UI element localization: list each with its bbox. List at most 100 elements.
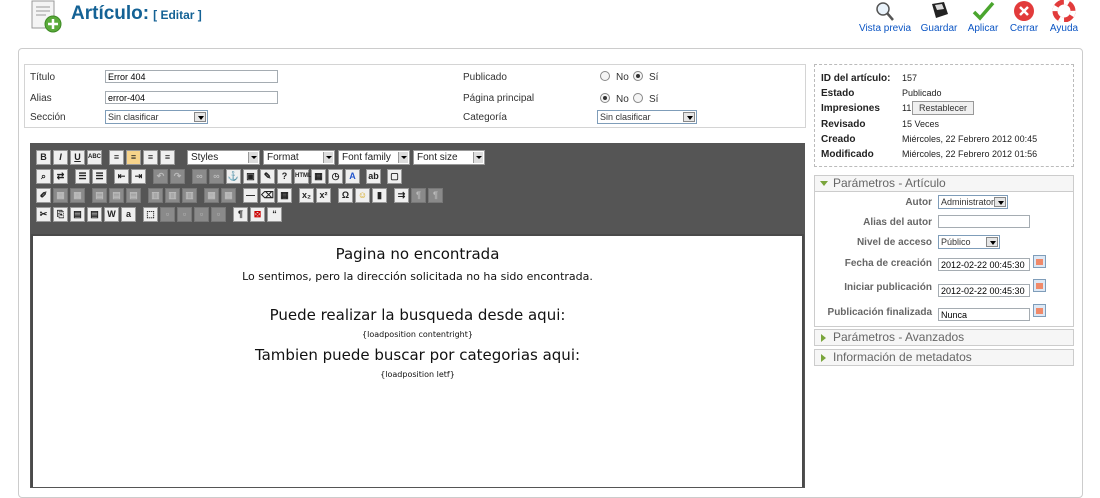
help-label: Ayuda — [1049, 23, 1079, 34]
table-props-icon[interactable]: ▦ — [70, 188, 85, 203]
preview-button[interactable]: Vista previa — [857, 0, 913, 38]
italic-icon[interactable]: I — [53, 150, 68, 165]
replace-icon[interactable]: ⇄ — [53, 169, 68, 184]
align-center-icon[interactable]: ≡ — [126, 150, 141, 165]
advanced-params-header[interactable]: Parámetros - Avanzados — [814, 329, 1074, 346]
emoticon-icon[interactable]: ☺ — [355, 188, 370, 203]
created-date-field[interactable] — [938, 258, 1030, 271]
table-icon[interactable]: ▦ — [53, 188, 68, 203]
find-icon[interactable]: ⌕ — [36, 169, 51, 184]
cut-icon[interactable]: ✂ — [36, 207, 51, 222]
delete-row-icon[interactable]: ▤ — [126, 188, 141, 203]
author-alias-field[interactable] — [938, 215, 1030, 228]
title-field[interactable] — [105, 70, 278, 83]
reset-hits-button[interactable]: Restablecer — [912, 101, 975, 115]
align-left-icon[interactable]: ≡ — [109, 150, 124, 165]
calendar-icon[interactable] — [1033, 304, 1046, 317]
rtl-paragraph-icon[interactable]: ¶ — [428, 188, 443, 203]
ltr-icon[interactable]: ⇉ — [394, 188, 409, 203]
author-select[interactable]: Administrator — [938, 195, 1008, 209]
editor-content[interactable]: Pagina no encontrada Lo sentimos, pero l… — [33, 236, 802, 487]
non-breaking-icon[interactable]: ⊠ — [250, 207, 265, 222]
fullscreen-icon[interactable]: ▢ — [387, 169, 402, 184]
subscript-icon[interactable]: x₂ — [299, 188, 314, 203]
paste-text-icon[interactable]: ▤ — [87, 207, 102, 222]
article-params-body: Autor Administrator Alias del autor Nive… — [814, 192, 1074, 327]
frontpage-yes-radio[interactable] — [633, 93, 643, 103]
insert-layer-icon[interactable]: ⬚ — [143, 207, 158, 222]
style-props-icon[interactable]: ▫ — [211, 207, 226, 222]
numbered-list-icon[interactable]: ☰ — [92, 169, 107, 184]
calendar-icon[interactable] — [1033, 255, 1046, 268]
metadata-header[interactable]: Información de metadatos — [814, 349, 1074, 366]
created-label: Creado — [821, 134, 856, 145]
frontpage-no-radio[interactable] — [600, 93, 610, 103]
paste-icon[interactable]: ▤ — [70, 207, 85, 222]
calendar-icon[interactable] — [1033, 279, 1046, 292]
move-backward-icon[interactable]: ▫ — [177, 207, 192, 222]
horizontal-rule-icon[interactable]: — — [243, 188, 258, 203]
insert-col-before-icon[interactable]: ▥ — [148, 188, 163, 203]
superscript-icon[interactable]: x² — [316, 188, 331, 203]
unlink-icon[interactable]: ∞ — [209, 169, 224, 184]
insert-time-icon[interactable]: ◷ — [328, 169, 343, 184]
align-right-icon[interactable]: ≡ — [143, 150, 158, 165]
format-select[interactable]: Format — [263, 150, 335, 165]
copy-icon[interactable]: ⎘ — [53, 207, 68, 222]
html-source-icon[interactable]: HTML — [294, 169, 312, 184]
image-icon[interactable]: ▣ — [243, 169, 258, 184]
styles-select[interactable]: Styles — [187, 150, 260, 165]
help-icon[interactable]: ? — [277, 169, 292, 184]
rtl-icon[interactable]: ¶ — [411, 188, 426, 203]
help-button[interactable]: Ayuda — [1036, 0, 1092, 38]
bullet-list-icon[interactable]: ☰ — [75, 169, 90, 184]
remove-format-icon[interactable]: ⌫ — [260, 188, 275, 203]
published-no-radio[interactable] — [600, 71, 610, 81]
undo-icon[interactable]: ↶ — [153, 169, 168, 184]
text-color-icon[interactable]: A — [345, 169, 360, 184]
editor-toolbar: B I U ABC ≡ ≡ ≡ ≡ Styles Format Font fam… — [31, 144, 804, 234]
media-icon[interactable]: ▮ — [372, 188, 387, 203]
special-char-icon[interactable]: Ω — [338, 188, 353, 203]
article-params-header[interactable]: Parámetros - Artículo — [814, 175, 1074, 192]
highlight-color-icon[interactable]: ab — [366, 169, 381, 184]
anchor-icon[interactable]: ⚓ — [226, 169, 241, 184]
edit-icon[interactable]: ✐ — [36, 188, 51, 203]
alias-field[interactable] — [105, 91, 278, 104]
category-select-value: Sin clasificar — [600, 112, 651, 122]
delete-col-icon[interactable]: ▥ — [182, 188, 197, 203]
publish-down-field[interactable] — [938, 308, 1030, 321]
access-level-select[interactable]: Público — [938, 235, 1000, 249]
visual-aid-icon[interactable]: ▦ — [277, 188, 292, 203]
align-justify-icon[interactable]: ≡ — [160, 150, 175, 165]
section-select[interactable]: Sin clasificar — [105, 110, 208, 124]
outdent-icon[interactable]: ⇤ — [114, 169, 129, 184]
select-all-icon[interactable]: a — [121, 207, 136, 222]
indent-icon[interactable]: ⇥ — [131, 169, 146, 184]
section-label: Sección — [30, 112, 66, 123]
font-family-select[interactable]: Font family — [338, 150, 410, 165]
link-icon[interactable]: ∞ — [192, 169, 207, 184]
split-cells-icon[interactable]: ▦ — [204, 188, 219, 203]
font-size-select[interactable]: Font size — [413, 150, 485, 165]
absolute-position-icon[interactable]: ▫ — [194, 207, 209, 222]
bold-icon[interactable]: B — [36, 150, 51, 165]
insert-date-icon[interactable]: ▦ — [311, 169, 326, 184]
insert-col-after-icon[interactable]: ▥ — [165, 188, 180, 203]
move-forward-icon[interactable]: ▫ — [160, 207, 175, 222]
insert-row-before-icon[interactable]: ▤ — [92, 188, 107, 203]
font-family-select-label: Font family — [342, 152, 391, 163]
show-blocks-icon[interactable]: ¶ — [233, 207, 248, 222]
cleanup-icon[interactable]: ✎ — [260, 169, 275, 184]
merge-cells-icon[interactable]: ▦ — [221, 188, 236, 203]
insert-row-after-icon[interactable]: ▤ — [109, 188, 124, 203]
category-select[interactable]: Sin clasificar — [597, 110, 697, 124]
paste-word-icon[interactable]: W — [104, 207, 119, 222]
strikethrough-icon[interactable]: ABC — [87, 150, 102, 165]
redo-icon[interactable]: ↷ — [170, 169, 185, 184]
underline-icon[interactable]: U — [70, 150, 85, 165]
publish-up-field[interactable] — [938, 284, 1030, 297]
published-yes-radio[interactable] — [633, 71, 643, 81]
content-tag-1: {loadposition contentright} — [362, 330, 473, 339]
blockquote-icon[interactable]: “ — [267, 207, 282, 222]
